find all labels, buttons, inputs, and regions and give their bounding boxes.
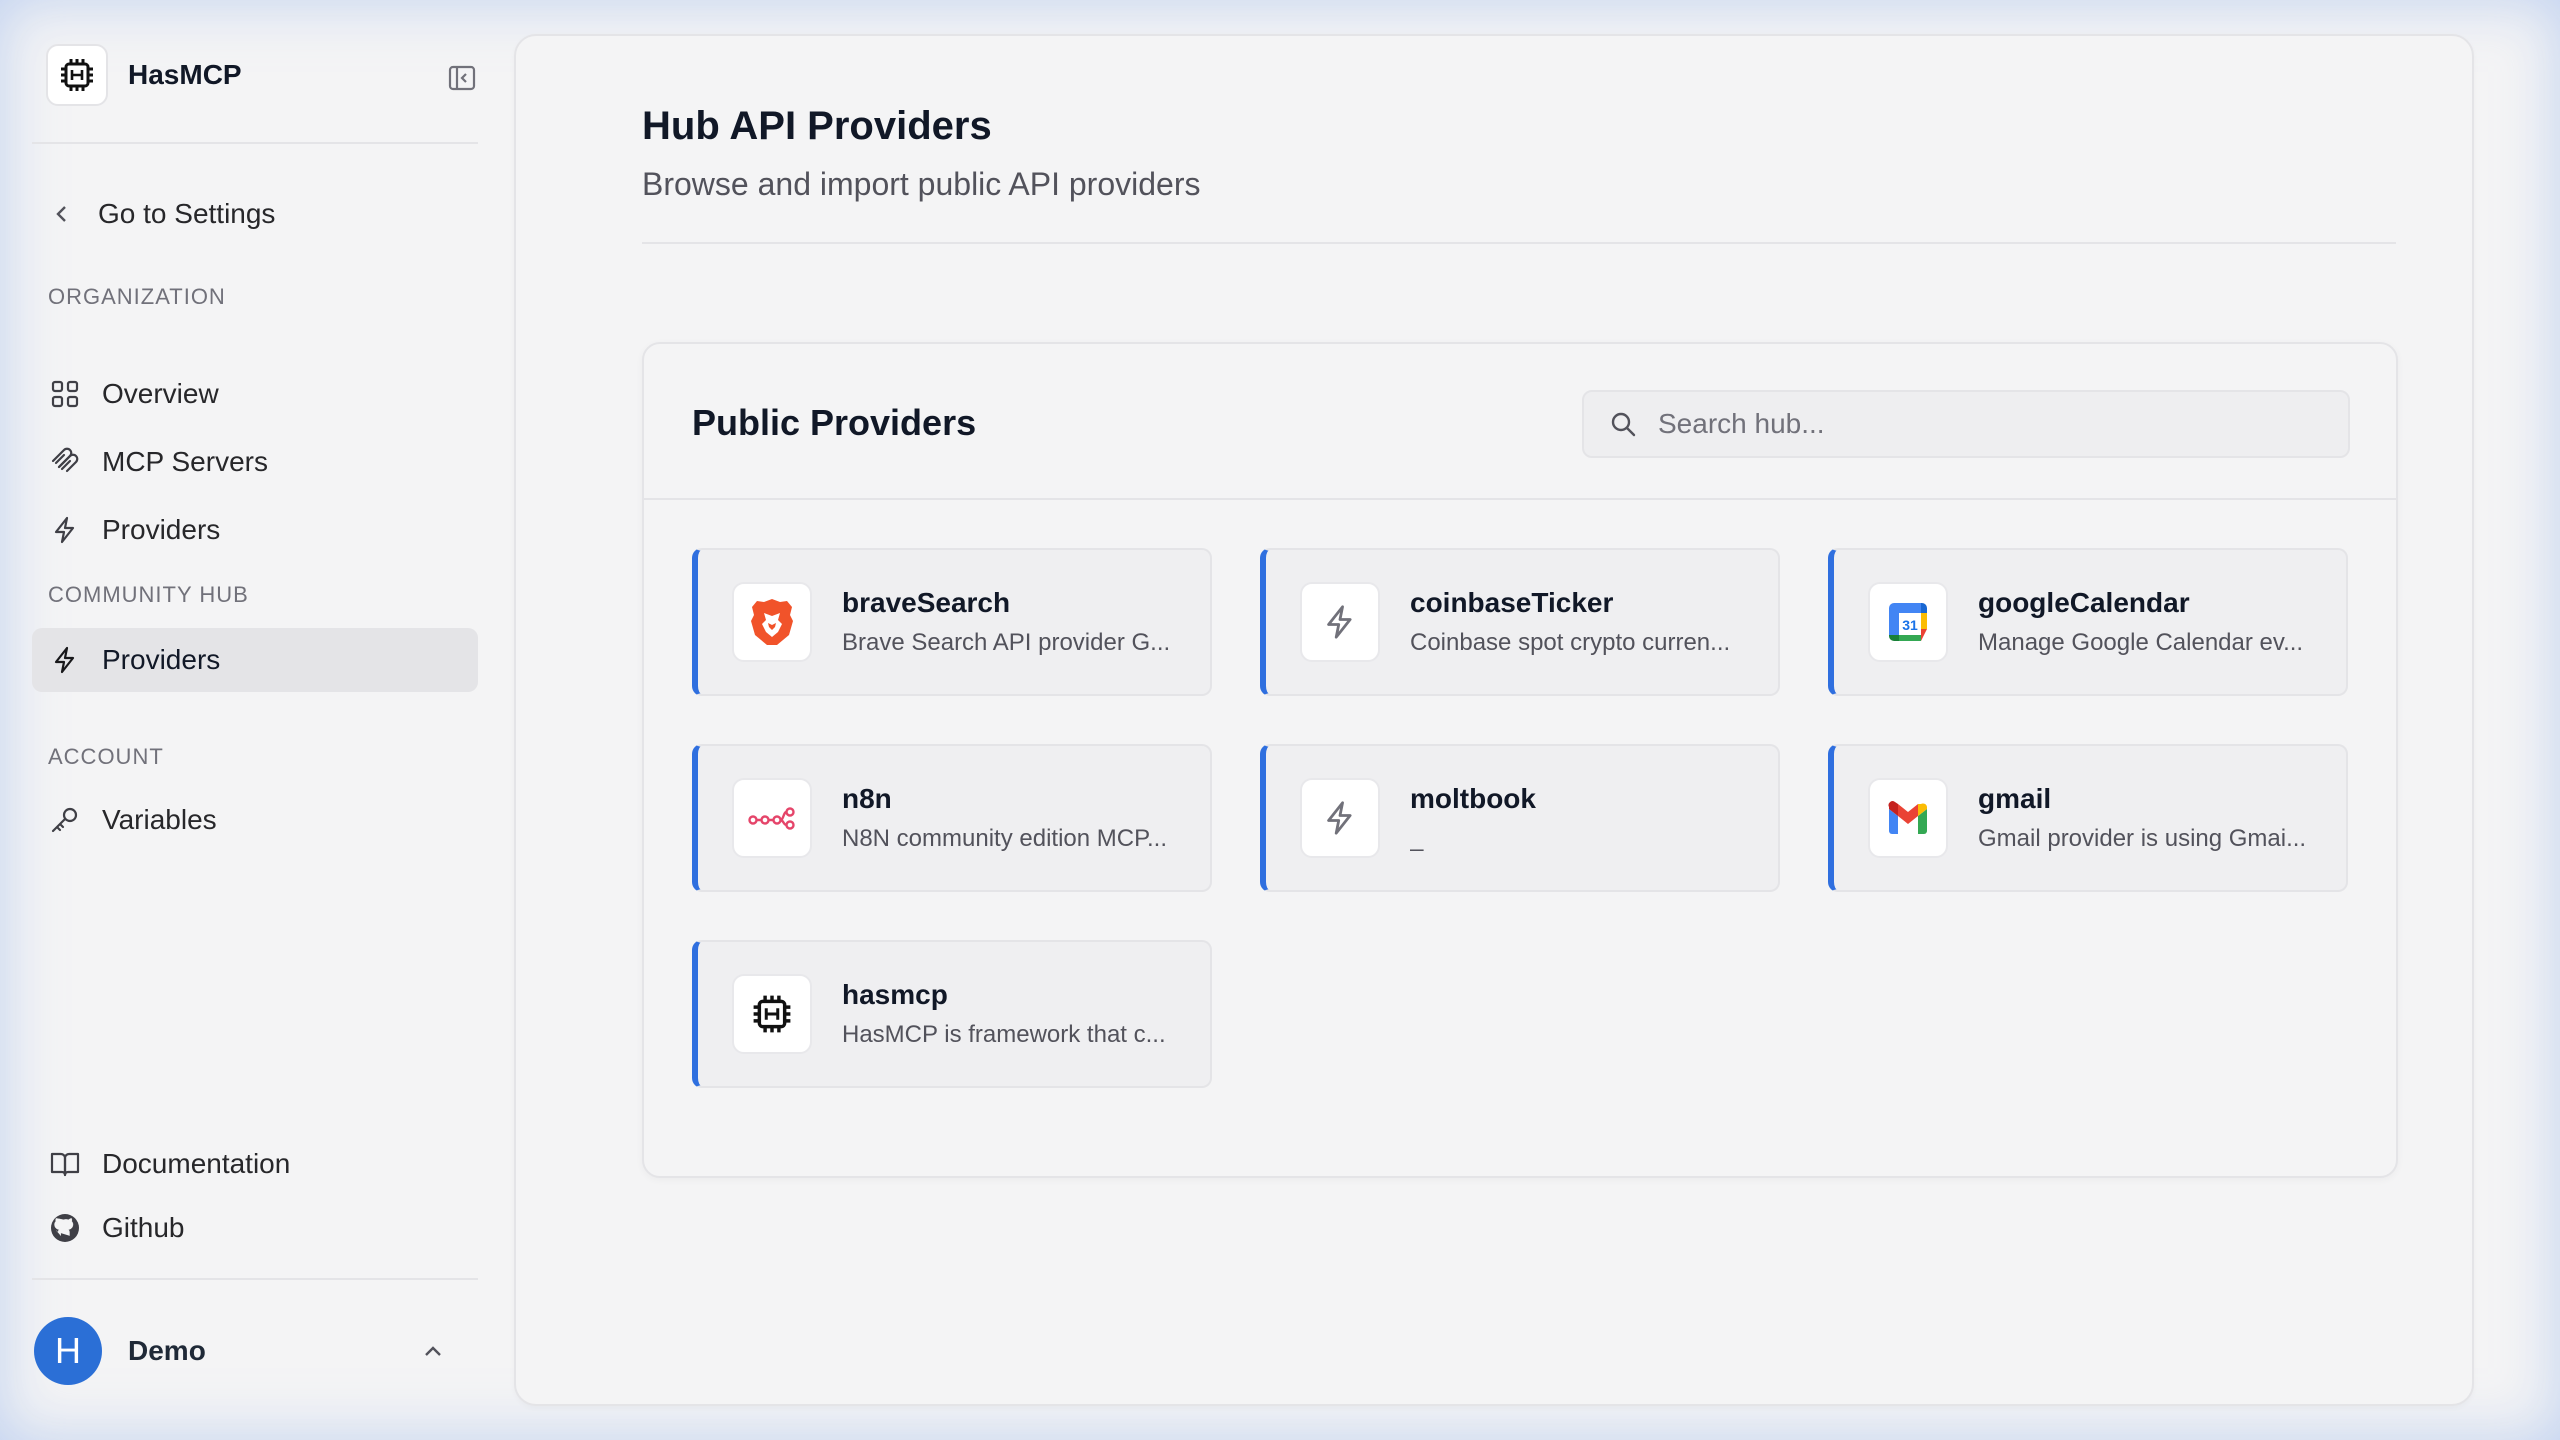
provider-name: googleCalendar bbox=[1978, 587, 2190, 618]
panel-title: Public Providers bbox=[692, 402, 977, 443]
header-divider bbox=[642, 242, 2396, 244]
sidebar-item-hub-providers[interactable]: Providers bbox=[32, 628, 478, 692]
chevron-up-icon[interactable] bbox=[418, 1336, 448, 1366]
n8n-icon bbox=[732, 778, 812, 858]
provider-description: HasMCP is framework that c... bbox=[842, 1021, 1166, 1048]
sidebar-item-label: MCP Servers bbox=[102, 446, 268, 477]
provider-card-bravesearch[interactable]: braveSearch Brave Search API provider G.… bbox=[692, 548, 1212, 696]
page-subtitle: Browse and import public API providers bbox=[642, 166, 1201, 202]
sidebar-item-label: Variables bbox=[102, 804, 217, 835]
provider-card-coinbaseticker[interactable]: coinbaseTicker Coinbase spot crypto curr… bbox=[1260, 548, 1780, 696]
provider-name: hasmcp bbox=[842, 979, 948, 1010]
provider-name: n8n bbox=[842, 783, 892, 814]
sidebar-item-label: Documentation bbox=[102, 1148, 291, 1179]
sidebar-item-mcp-servers[interactable]: MCP Servers bbox=[32, 430, 478, 494]
brand[interactable]: HasMCP bbox=[46, 44, 478, 106]
sidebar-item-label: Overview bbox=[102, 378, 219, 409]
hasmcp-logo-icon bbox=[46, 44, 108, 106]
sidebar-item-documentation[interactable]: Documentation bbox=[32, 1132, 478, 1196]
sidebar-item-github[interactable]: Github bbox=[32, 1196, 478, 1260]
bolt-icon bbox=[1300, 778, 1380, 858]
collapse-sidebar-icon[interactable] bbox=[446, 62, 478, 94]
search-input[interactable] bbox=[1658, 408, 2298, 440]
provider-card-n8n[interactable]: n8n N8N community edition MCP... bbox=[692, 744, 1212, 892]
sidebar: HasMCP Go to Settings ORGANIZATION Overv… bbox=[32, 32, 478, 1408]
provider-card-hasmcp[interactable]: hasmcp HasMCP is framework that c... bbox=[692, 940, 1212, 1088]
github-icon bbox=[48, 1211, 82, 1245]
app-window: HasMCP Go to Settings ORGANIZATION Overv… bbox=[0, 0, 2560, 1440]
provider-name: moltbook bbox=[1410, 783, 1536, 814]
sidebar-divider bbox=[32, 1278, 478, 1280]
sidebar-item-label: Providers bbox=[102, 644, 221, 675]
provider-card-googlecalendar[interactable]: 31 googleCalendar Manage Google Calendar… bbox=[1828, 548, 2348, 696]
provider-description: N8N community edition MCP... bbox=[842, 825, 1168, 852]
brand-name: HasMCP bbox=[128, 59, 242, 90]
user-name: Demo bbox=[128, 1335, 206, 1366]
bolt-icon bbox=[48, 643, 82, 677]
sidebar-item-overview[interactable]: Overview bbox=[32, 362, 478, 426]
hasmcp-chip-icon bbox=[732, 974, 812, 1054]
panel-divider bbox=[644, 498, 2396, 500]
provider-card-gmail[interactable]: gmail Gmail provider is using Gmai... bbox=[1828, 744, 2348, 892]
provider-card-moltbook[interactable]: moltbook _ bbox=[1260, 744, 1780, 892]
public-providers-panel: Public Providers Search hub... braveSear… bbox=[642, 342, 2398, 1178]
sidebar-item-variables[interactable]: Variables bbox=[32, 788, 478, 852]
provider-name: braveSearch bbox=[842, 587, 1011, 618]
page-title: Hub API Providers bbox=[642, 104, 992, 148]
avatar: H bbox=[34, 1317, 102, 1385]
provider-description: Brave Search API provider G... bbox=[842, 629, 1171, 656]
book-icon bbox=[48, 1147, 82, 1181]
sidebar-item-providers[interactable]: Providers bbox=[32, 498, 478, 562]
bolt-icon bbox=[1300, 582, 1380, 662]
main-content: Hub API Providers Browse and import publ… bbox=[514, 34, 2474, 1406]
mcp-icon bbox=[48, 445, 82, 479]
chevron-left-icon bbox=[50, 197, 74, 231]
sidebar-item-label: Github bbox=[102, 1212, 185, 1243]
sidebar-divider bbox=[32, 142, 478, 144]
provider-name: gmail bbox=[1978, 783, 2052, 814]
section-organization: ORGANIZATION bbox=[48, 284, 226, 309]
user-menu[interactable]: H Demo bbox=[32, 1314, 478, 1388]
grid-icon bbox=[48, 377, 82, 411]
search-icon bbox=[1606, 407, 1640, 441]
brave-lion-icon bbox=[732, 582, 812, 662]
gmail-icon bbox=[1868, 778, 1948, 858]
go-to-settings-label: Go to Settings bbox=[98, 198, 276, 229]
key-icon bbox=[48, 803, 82, 837]
provider-description: Coinbase spot crypto curren... bbox=[1410, 629, 1731, 656]
provider-description: _ bbox=[1410, 825, 1424, 852]
bolt-icon bbox=[48, 513, 82, 547]
svg-text:31: 31 bbox=[1902, 617, 1918, 633]
provider-description: Gmail provider is using Gmai... bbox=[1978, 825, 2307, 852]
sidebar-item-label: Providers bbox=[102, 514, 221, 545]
section-account: ACCOUNT bbox=[48, 744, 164, 769]
section-community-hub: COMMUNITY HUB bbox=[48, 582, 249, 607]
search-box[interactable] bbox=[1582, 390, 2350, 458]
google-calendar-icon: 31 bbox=[1868, 582, 1948, 662]
provider-name: coinbaseTicker bbox=[1410, 587, 1614, 618]
provider-description: Manage Google Calendar ev... bbox=[1978, 629, 2304, 656]
go-to-settings-link[interactable]: Go to Settings bbox=[32, 182, 478, 246]
